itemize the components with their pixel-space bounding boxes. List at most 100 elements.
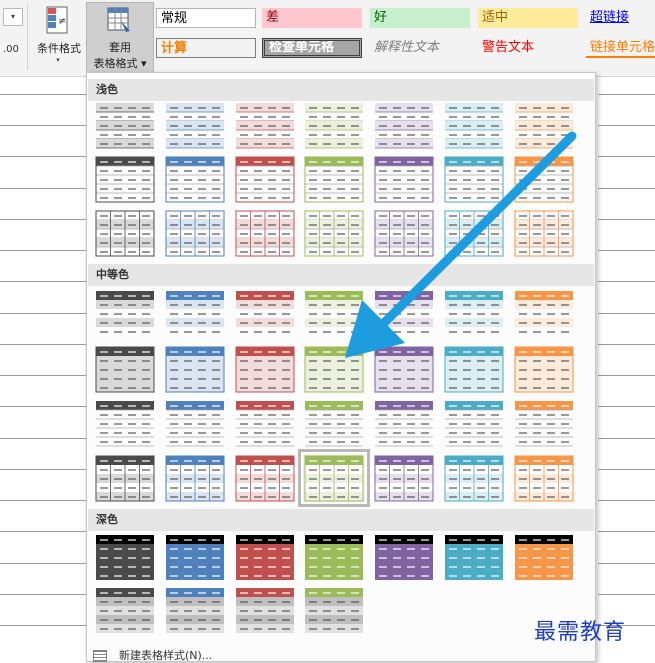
table-style-light[interactable] [164,101,226,149]
sheet-row-line [598,438,655,439]
table-style-dark[interactable] [513,533,575,581]
table-style-light[interactable] [94,155,156,203]
table-style-light[interactable] [513,155,575,203]
format-as-table-label-line2: 表格格式 ▾ [93,57,147,70]
worksheet-grid-left[interactable] [0,77,86,662]
sheet-row-line [0,344,86,345]
sheet-row-line [0,469,86,470]
sheet-row-line [0,94,86,95]
table-style-medium[interactable] [513,454,575,502]
cell-style-normal[interactable]: 常规 [156,8,256,28]
number-group: ▾ .00 [0,0,24,76]
table-style-light[interactable] [303,101,365,149]
table-style-dark[interactable] [373,533,435,581]
table-style-medium[interactable] [94,454,156,502]
table-style-icon [107,7,130,32]
table-style-light[interactable] [443,155,505,203]
sheet-row-line [598,156,655,157]
sheet-row-line [0,438,86,439]
table-style-medium[interactable] [234,289,296,337]
cell-style-linked-cell[interactable]: 链接单元格 [586,38,655,58]
sheet-row-line [598,406,655,407]
table-style-medium[interactable] [164,345,226,393]
sheet-row-line [0,531,86,532]
cell-style-explanatory[interactable]: 解释性文本 [370,38,470,58]
cell-style-neutral[interactable]: 适中 [478,8,578,28]
ribbon: ▾ .00 ≠ 条件格式 ▾ 套用 表格格式 ▾ 常规 差 好 适中 超链接 计… [0,0,655,77]
table-style-medium[interactable] [94,345,156,393]
table-style-medium[interactable] [513,289,575,337]
table-style-dark[interactable] [164,533,226,581]
group-separator [27,4,28,70]
table-style-medium[interactable] [303,289,365,337]
table-style-medium[interactable] [164,454,226,502]
table-style-light[interactable] [303,155,365,203]
sheet-row-line [0,406,86,407]
table-style-light[interactable] [373,101,435,149]
cell-style-good[interactable]: 好 [370,8,470,28]
table-style-light[interactable] [373,209,435,257]
table-style-dark[interactable] [94,586,156,634]
table-style-medium[interactable] [443,454,505,502]
number-format-dropdown[interactable]: ▾ [3,8,23,26]
table-style-medium[interactable] [164,289,226,337]
conditional-format-icon: ≠ [46,6,68,34]
table-style-light[interactable] [234,209,296,257]
table-style-dark[interactable] [303,533,365,581]
format-as-table-button[interactable]: 套用 表格格式 ▾ [86,2,154,74]
table-style-medium[interactable] [303,345,365,393]
table-style-medium[interactable] [373,399,435,447]
table-style-medium[interactable] [94,399,156,447]
table-style-light[interactable] [443,101,505,149]
sheet-row-line [0,125,86,126]
table-style-medium[interactable] [234,345,296,393]
sheet-row-line [598,500,655,501]
table-style-medium[interactable] [513,345,575,393]
table-style-medium[interactable] [373,289,435,337]
table-style-light[interactable] [94,209,156,257]
table-style-medium[interactable] [303,399,365,447]
table-style-medium[interactable] [164,399,226,447]
table-style-light[interactable] [513,101,575,149]
table-style-medium[interactable] [234,454,296,502]
cell-style-calculation[interactable]: 计算 [156,38,256,58]
table-style-dark[interactable] [234,586,296,634]
table-style-medium[interactable] [94,289,156,337]
new-table-style-button[interactable]: 新建表格样式(N)... [93,647,212,663]
table-style-dark[interactable] [303,586,365,634]
cell-style-bad[interactable]: 差 [262,8,362,28]
sheet-row-line [598,250,655,251]
cell-style-check-cell[interactable]: 检查单元格 [262,38,362,58]
sheet-row-line [0,219,86,220]
table-style-dark[interactable] [443,533,505,581]
table-style-medium[interactable] [373,454,435,502]
table-style-light[interactable] [303,209,365,257]
table-style-medium[interactable] [298,449,370,507]
table-style-medium[interactable] [443,399,505,447]
table-style-medium[interactable] [373,345,435,393]
table-style-dark[interactable] [164,586,226,634]
table-style-medium[interactable] [443,345,505,393]
table-style-medium[interactable] [513,399,575,447]
worksheet-grid-right[interactable] [598,77,655,662]
sheet-row-line [0,625,86,626]
table-style-light[interactable] [234,101,296,149]
cell-style-hyperlink[interactable]: 超链接 [586,8,655,28]
cell-style-warning[interactable]: 警告文本 [478,38,578,58]
table-style-light[interactable] [164,155,226,203]
conditional-format-button[interactable]: ≠ 条件格式 ▾ [30,2,86,70]
table-style-medium[interactable] [234,399,296,447]
table-style-light[interactable] [94,101,156,149]
table-style-light[interactable] [443,209,505,257]
table-style-light[interactable] [373,155,435,203]
table-style-light[interactable] [513,209,575,257]
table-style-light[interactable] [234,155,296,203]
watermark: 最需教育 [534,620,627,645]
table-style-dark[interactable] [234,533,296,581]
sheet-row-line [598,531,655,532]
format-as-table-label-line1: 套用 [109,41,131,54]
table-style-medium[interactable] [443,289,505,337]
table-style-dark[interactable] [94,533,156,581]
decrease-decimal-button[interactable]: .00 [3,44,19,55]
table-style-light[interactable] [164,209,226,257]
